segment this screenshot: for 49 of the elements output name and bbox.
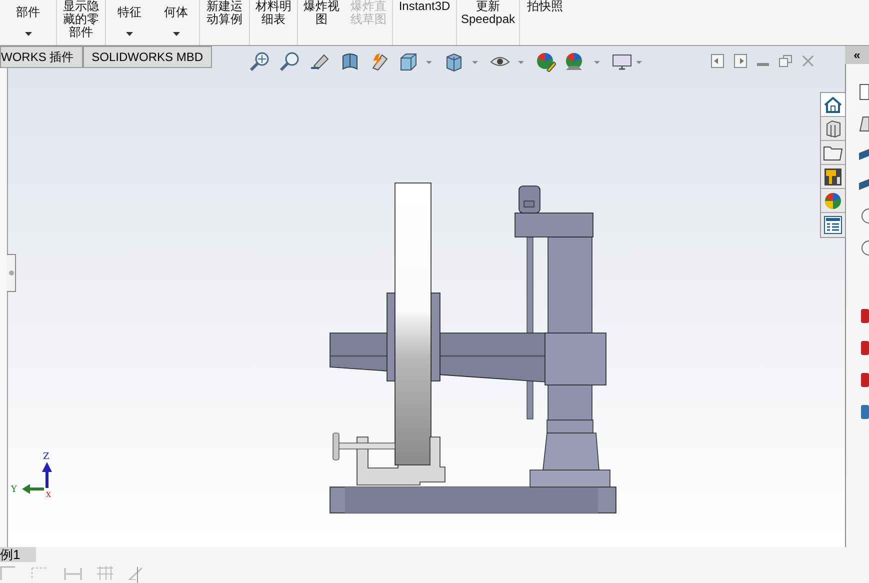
caret-icon[interactable] xyxy=(426,60,432,64)
document-icon[interactable] xyxy=(861,340,869,356)
zoom-to-fit-icon[interactable] xyxy=(250,52,270,72)
tab[interactable]: 例1 xyxy=(0,547,36,562)
monitor-icon[interactable] xyxy=(612,52,632,72)
appearance-icon[interactable] xyxy=(536,52,556,72)
caret-icon[interactable] xyxy=(594,60,600,64)
caret-icon[interactable] xyxy=(518,60,524,64)
z-axis-arrow xyxy=(42,462,52,488)
y-axis-arrow xyxy=(22,484,44,494)
axis-label: Y xyxy=(11,485,17,495)
tile-left-icon[interactable] xyxy=(711,54,724,68)
home-tab[interactable] xyxy=(821,93,845,117)
collapse-button[interactable]: « xyxy=(845,46,869,64)
ribbon-button[interactable]: 新建运 动算例 xyxy=(200,0,250,45)
tile-right-icon[interactable] xyxy=(734,54,747,68)
books-icon[interactable] xyxy=(825,120,841,138)
scene-icon[interactable] xyxy=(564,52,584,72)
layout-icon[interactable] xyxy=(824,168,842,186)
color-ball-icon[interactable] xyxy=(824,192,842,210)
document-icon[interactable] xyxy=(861,404,869,420)
ribbon-button[interactable]: 材料明 细表 xyxy=(250,0,298,45)
caret-icon[interactable] xyxy=(472,60,478,64)
document-icon[interactable] xyxy=(861,372,869,388)
ribbon-button[interactable]: 更新 Speedpak xyxy=(457,0,520,45)
properties-list-icon[interactable] xyxy=(824,216,842,234)
ribbon-button[interactable]: 显示隐 藏的零 部件 xyxy=(57,0,106,45)
minimize-icon[interactable] xyxy=(757,63,769,67)
ribbon-button[interactable]: 特征 xyxy=(106,0,153,45)
page-icon[interactable] xyxy=(859,84,869,100)
tab[interactable]: WORKS 插件 xyxy=(0,46,83,68)
tab[interactable]: SOLIDWORKS MBD xyxy=(82,46,212,68)
ribbon-button[interactable]: 何体 xyxy=(153,0,200,45)
display-style-icon[interactable] xyxy=(444,52,464,72)
home-icon xyxy=(824,96,842,112)
ribbon-button[interactable]: 拍快照 xyxy=(520,0,570,45)
angle-icon[interactable] xyxy=(128,566,144,580)
section-view-icon[interactable] xyxy=(340,52,360,72)
zoom-area-icon[interactable] xyxy=(280,52,300,72)
axis-label: Z xyxy=(43,452,50,462)
view-orientation-icon[interactable] xyxy=(398,52,418,72)
document-icon[interactable] xyxy=(861,308,869,324)
ribbon-button[interactable]: Instant3D xyxy=(393,0,457,45)
restore-icon[interactable] xyxy=(779,55,792,67)
left-panel-handle-icon[interactable] xyxy=(7,254,17,292)
caret-icon[interactable] xyxy=(636,60,642,64)
ribbon-button[interactable]: 爆炸视 图 xyxy=(298,0,345,45)
ribbon-button[interactable]: 部件 xyxy=(0,0,57,45)
annotation-icon[interactable] xyxy=(370,52,390,72)
